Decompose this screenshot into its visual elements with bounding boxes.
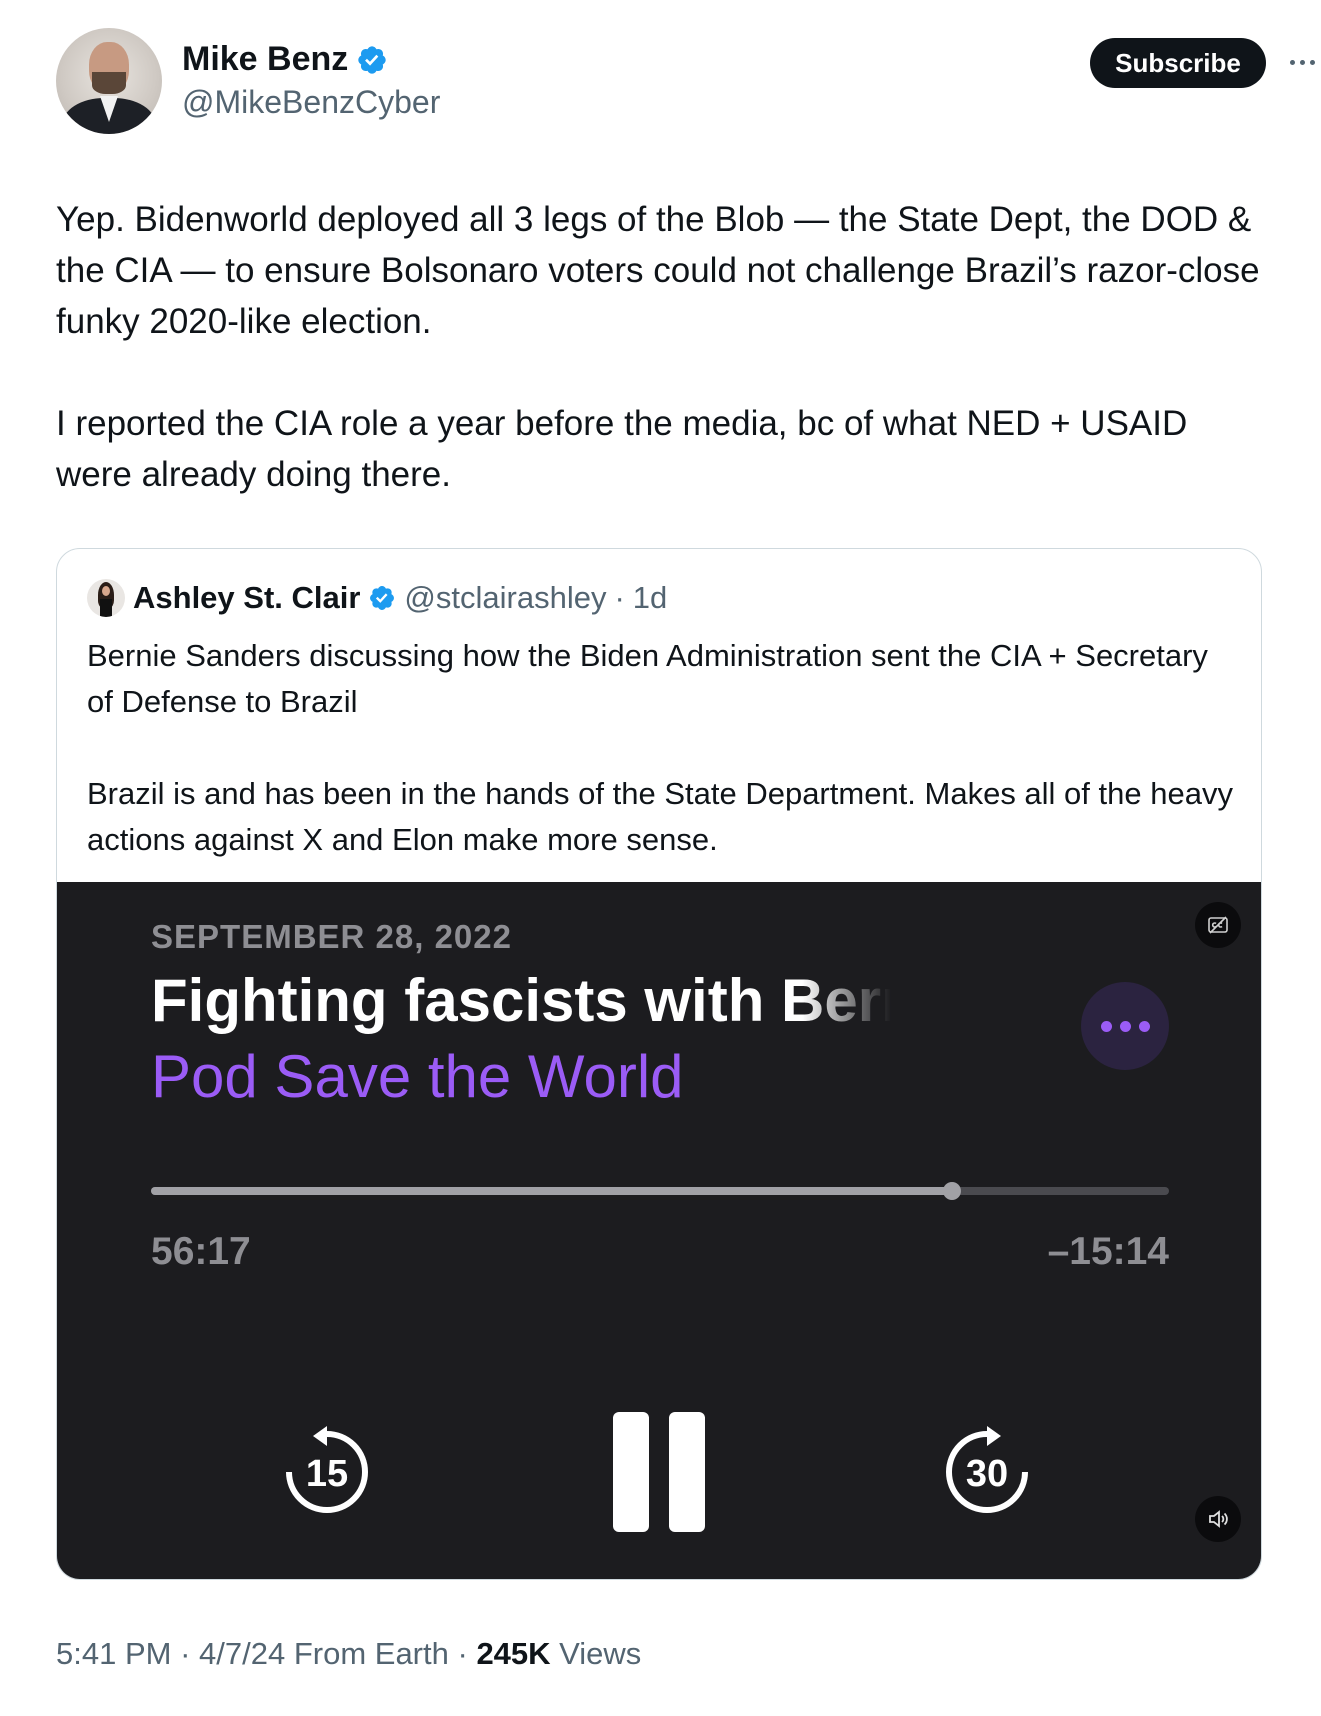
verified-badge-icon [370, 586, 395, 610]
tweet-metadata: 5:41 PM · 4/7/24 From Earth · 245K Views [56, 1636, 641, 1672]
separator-dot: · [614, 580, 625, 615]
video-player[interactable]: SEPTEMBER 28, 2022 Fighting fascists wit… [57, 882, 1261, 1579]
quoted-tweet[interactable]: Ashley St. Clair @stclairashley · 1d Ber… [56, 548, 1262, 1580]
verified-badge-icon [358, 45, 386, 74]
episode-title: Fighting fascists with Bernie Sanders [151, 967, 891, 1034]
show-name: Pod Save the World [151, 1043, 684, 1110]
skip-back-label: 15 [306, 1453, 348, 1495]
tweet-text: Yep. Bidenworld deployed all 3 legs of t… [56, 200, 1260, 494]
progress-knob [943, 1182, 962, 1200]
skip-forward-icon: 30 [946, 1426, 1028, 1513]
separator-dot: · [171, 1636, 200, 1671]
author-handle[interactable]: @MikeBenzCyber [182, 84, 440, 121]
author-name[interactable]: Mike Benz [182, 40, 348, 79]
quoted-tweet-age: 1d [632, 580, 668, 615]
captions-icon[interactable] [1195, 902, 1241, 948]
skip-back-icon: 15 [286, 1426, 368, 1513]
tweet-date[interactable]: 4/7/24 [199, 1636, 285, 1671]
volume-icon[interactable] [1195, 1496, 1241, 1542]
quoted-author-name: Ashley St. Clair [133, 580, 361, 615]
skip-forward-label: 30 [966, 1453, 1008, 1495]
views-label: Views [550, 1636, 642, 1671]
episode-more-icon [1081, 982, 1169, 1070]
views-count: 245K [476, 1636, 551, 1671]
remaining-time: –15:14 [1047, 1230, 1169, 1273]
more-options-icon[interactable] [1284, 50, 1320, 74]
pause-icon [613, 1412, 705, 1532]
elapsed-time: 56:17 [151, 1230, 251, 1273]
tweet-time[interactable]: 5:41 PM [56, 1636, 171, 1671]
episode-date: SEPTEMBER 28, 2022 [151, 918, 512, 955]
subscribe-button[interactable]: Subscribe [1090, 38, 1266, 88]
quoted-author-avatar [87, 579, 125, 617]
author-name-row[interactable]: Mike Benz [182, 40, 388, 79]
progress-bar [151, 1182, 1169, 1200]
quoted-tweet-text: Bernie Sanders discussing how the Biden … [87, 638, 1233, 857]
author-avatar[interactable] [56, 28, 162, 134]
separator-dot: · [448, 1636, 477, 1671]
quoted-tweet-header: Ashley St. Clair @stclairashley · 1d [87, 579, 667, 617]
quoted-author-handle: @stclairashley [404, 580, 607, 615]
tweet-header: Mike Benz @MikeBenzCyber Subscribe [56, 28, 1315, 138]
progress-fill [151, 1187, 953, 1195]
tweet-source: From Earth [285, 1636, 449, 1671]
